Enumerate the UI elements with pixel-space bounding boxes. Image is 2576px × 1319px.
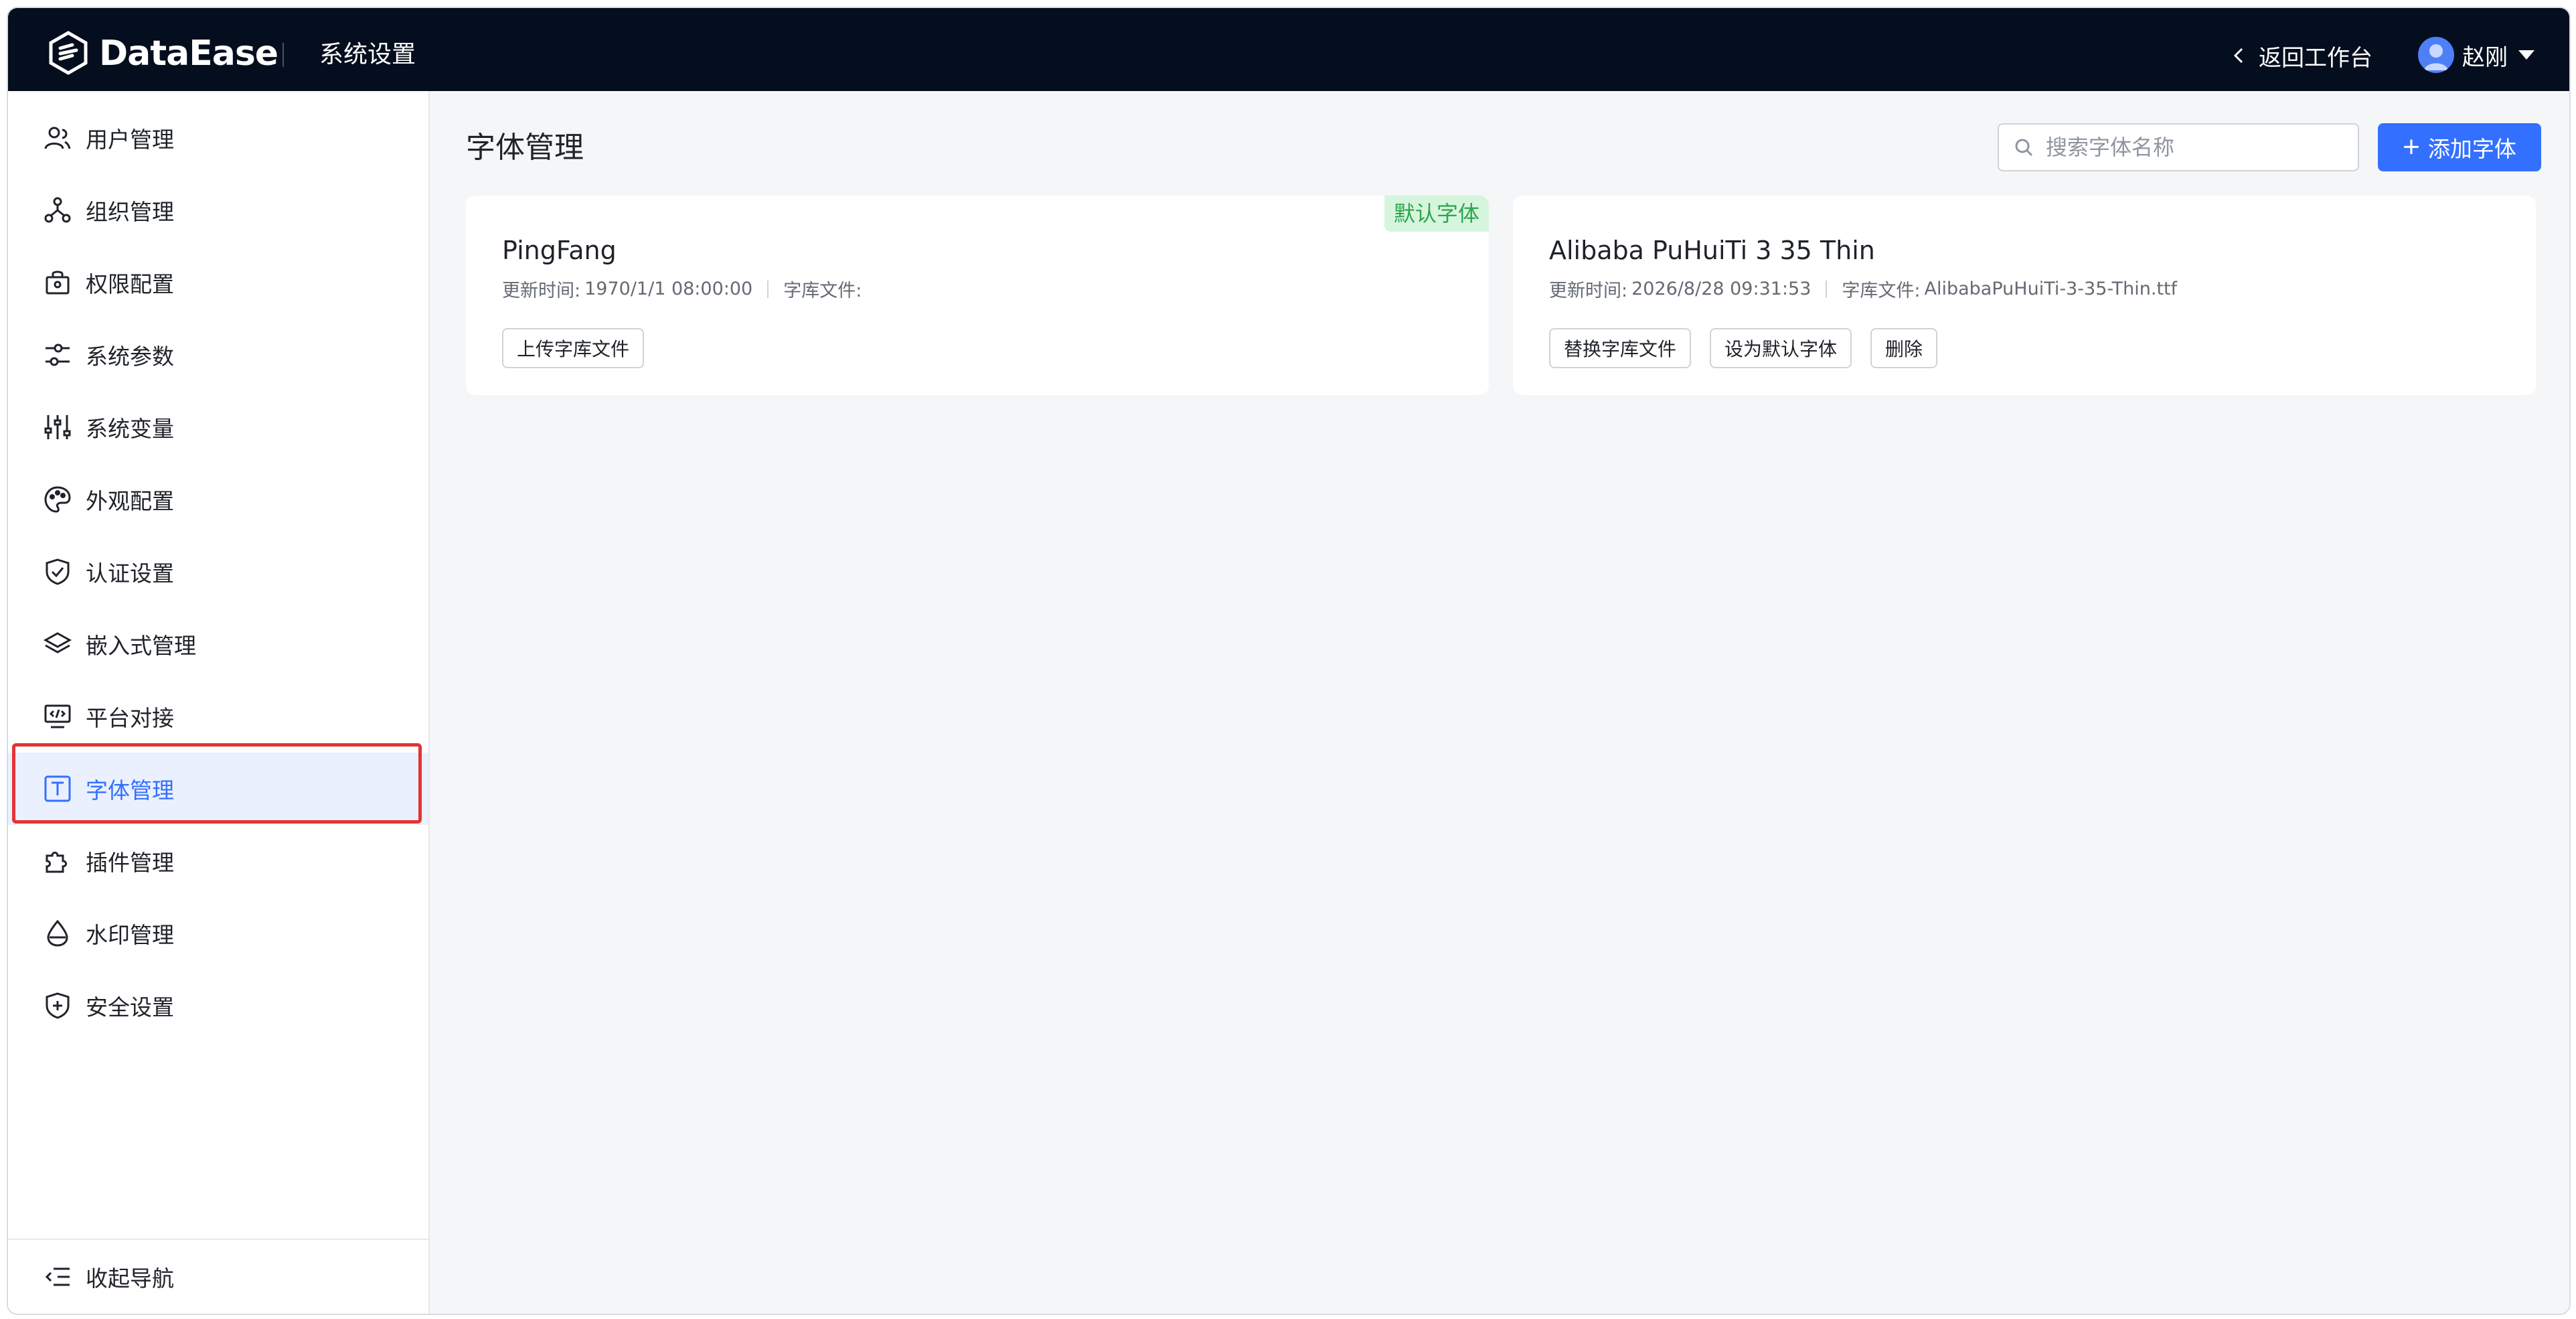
search-input[interactable] [2044,134,2342,161]
shield-check-icon [43,557,72,587]
font-card: Alibaba PuHuiTi 3 35 Thin 更新时间: 2026/8/2… [1513,196,2536,395]
font-card: 默认字体 PingFang 更新时间: 1970/1/1 08:00:00 字库… [466,196,1489,395]
sidebar-item-users[interactable]: 用户管理 [8,102,428,174]
sidebar-item-label: 认证设置 [86,560,174,587]
font-icon [43,774,72,803]
delete-font-button[interactable]: 删除 [1870,328,1938,368]
header-divider [283,43,284,67]
plus-icon: + [2403,131,2420,163]
sidebar-item-label: 组织管理 [86,199,174,225]
sidebar-item-label: 字体管理 [86,777,174,803]
card-actions: 上传字库文件 [502,328,663,368]
back-to-workbench-link[interactable]: 返回工作台 [2229,39,2372,72]
file-label: 字库文件: [783,281,862,301]
drop-icon [43,919,72,948]
file-label: 字库文件: [1842,281,1921,301]
top-header: DataEase 系统设置 返回工作台 赵刚 [8,8,2569,91]
sidebar-item-label: 平台对接 [86,705,174,731]
sidebar-item-permissions[interactable]: 权限配置 [8,246,428,319]
font-meta: 更新时间: 1970/1/1 08:00:00 字库文件: [502,276,866,302]
sidebar-item-label: 用户管理 [86,127,174,153]
set-default-font-button[interactable]: 设为默认字体 [1710,328,1852,368]
monitor-code-icon [43,702,72,731]
sidebar-item-watermark[interactable]: 水印管理 [8,897,428,969]
sidebar-item-org[interactable]: 组织管理 [8,174,428,246]
sidebar-item-label: 水印管理 [86,922,174,948]
sidebar-item-plugins[interactable]: 插件管理 [8,825,428,897]
sidebar-item-label: 权限配置 [86,271,174,297]
users-icon [43,123,72,153]
updated-label: 更新时间: [1549,281,1628,301]
puzzle-icon [43,846,72,876]
dataease-logo-icon [49,31,88,75]
caret-down-icon [2518,50,2534,60]
sliders-icon [43,340,72,370]
user-name: 赵刚 [2462,44,2508,71]
font-name: PingFang [502,236,617,265]
default-font-badge: 默认字体 [1384,196,1489,232]
palette-icon [43,485,72,514]
collapse-nav-button[interactable]: 收起导航 [8,1239,428,1314]
updated-value: 1970/1/1 08:00:00 [584,279,753,299]
updated-value: 2026/8/28 09:31:53 [1631,279,1812,299]
collapse-label: 收起导航 [86,1265,174,1292]
app-window: DataEase 系统设置 返回工作台 赵刚 用户管理 组织管理 权限配置 系统… [7,7,2571,1315]
sidebar-item-label: 安全设置 [86,994,174,1020]
font-name: Alibaba PuHuiTi 3 35 Thin [1549,236,1875,265]
sidebar-item-system-vars[interactable]: 系统变量 [8,391,428,463]
lock-bag-icon [43,268,72,297]
sidebar: 用户管理 组织管理 权限配置 系统参数 系统变量 外观配置 认证设置 嵌入式管理… [8,91,430,1314]
shield-plus-icon [43,991,72,1020]
section-title: 系统设置 [319,41,416,68]
sidebar-item-fonts[interactable]: 字体管理 [8,753,428,825]
meta-divider [1826,280,1828,298]
collapse-menu-icon [45,1267,70,1286]
meta-divider [767,280,769,298]
page-title: 字体管理 [466,131,584,165]
search-icon [2015,139,2033,157]
variables-icon [43,412,72,442]
org-tree-icon [43,196,72,225]
brand-name[interactable]: DataEase [99,33,278,74]
sidebar-item-label: 系统变量 [86,416,174,442]
replace-font-file-button[interactable]: 替换字库文件 [1549,328,1692,368]
card-actions: 替换字库文件 设为默认字体 删除 [1549,328,1956,368]
user-menu[interactable]: 赵刚 [2418,35,2534,75]
chevron-left-icon [2233,48,2243,64]
add-font-label: 添加字体 [2427,137,2516,161]
sidebar-item-label: 插件管理 [86,850,174,876]
sidebar-item-auth[interactable]: 认证设置 [8,536,428,608]
sidebar-item-security[interactable]: 安全设置 [8,969,428,1042]
sidebar-item-system-params[interactable]: 系统参数 [8,319,428,391]
sidebar-item-label: 系统参数 [86,343,174,370]
back-label: 返回工作台 [2259,44,2372,72]
sidebar-item-platform[interactable]: 平台对接 [8,680,428,753]
avatar [2418,37,2454,73]
file-value: AlibabaPuHuiTi-3-35-Thin.ttf [1924,279,2178,299]
updated-label: 更新时间: [502,281,581,301]
add-font-button[interactable]: + 添加字体 [2378,123,2541,171]
font-meta: 更新时间: 2026/8/28 09:31:53 字库文件: AlibabaPu… [1549,276,2177,302]
sidebar-item-label: 嵌入式管理 [86,633,196,659]
search-box[interactable] [1998,123,2359,171]
layers-icon [43,629,72,659]
upload-font-file-button[interactable]: 上传字库文件 [502,328,645,368]
user-avatar-icon [2424,44,2448,70]
sidebar-item-label: 外观配置 [86,488,174,514]
sidebar-item-appearance[interactable]: 外观配置 [8,463,428,536]
sidebar-item-embedded[interactable]: 嵌入式管理 [8,608,428,680]
